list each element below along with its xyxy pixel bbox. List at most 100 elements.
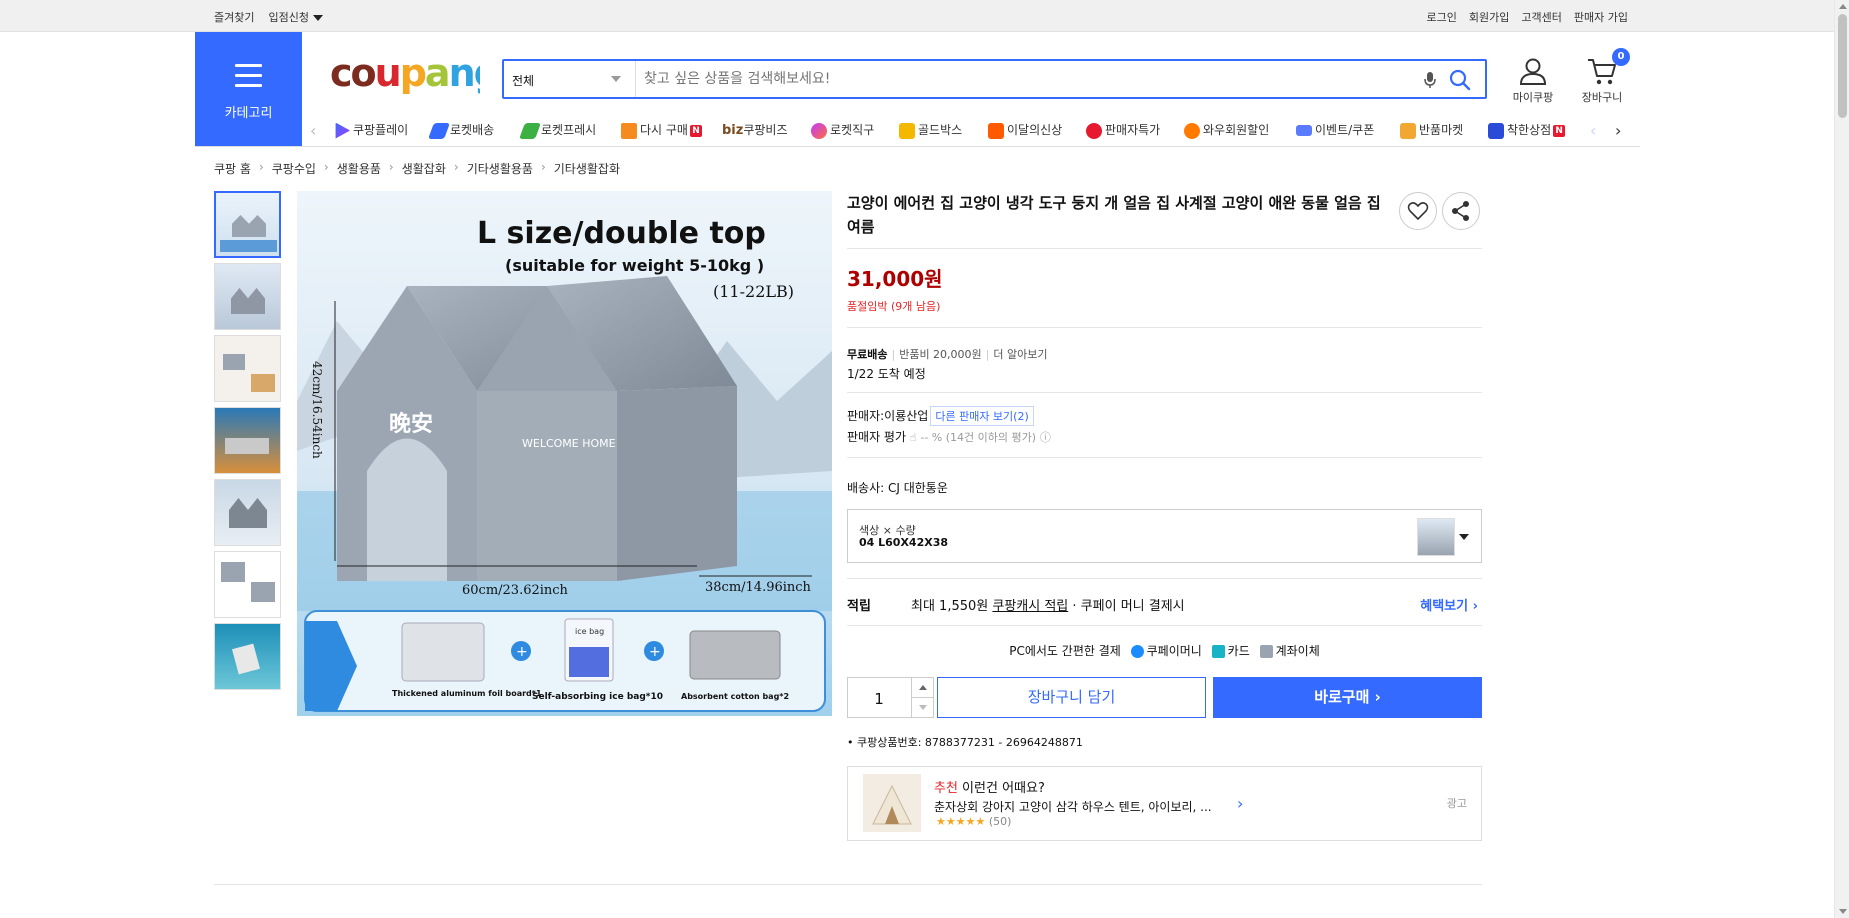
nav-label: 쿠팡비즈 [743,123,788,137]
bank-transfer-icon [1259,645,1273,658]
breadcrumb-separator-icon: › [258,160,264,174]
top-utility-bar: 즐겨찾기 입점신청 로그인 회원가입 고객센터 판매자 가입 [0,0,1834,32]
mycoupang-label: 마이쿠팡 [1512,91,1554,104]
breadcrumb-item[interactable]: 쿠팡 홈 [214,160,251,177]
scroll-up-icon[interactable] [1839,4,1847,9]
mycoupang-button[interactable]: 마이쿠팡 [1508,56,1558,105]
quantity-decrease-icon[interactable] [911,698,933,718]
nav-item-new-arrivals[interactable]: 이달의신상 [988,121,1062,139]
benefit-link[interactable]: 혜택보기 › [1420,595,1478,614]
thumbnail-6[interactable] [214,551,281,618]
chevron-down-icon [1459,534,1469,540]
svg-text:coupang: coupang [330,52,480,95]
nav-item-good-store[interactable]: 착한상점 N [1488,121,1566,139]
search-icon[interactable] [1449,69,1471,91]
nav-item-events[interactable]: 이벤트/쿠폰 [1296,121,1374,138]
new-badge: N [689,124,702,137]
thumbnail-1[interactable] [214,191,281,258]
quantity-increase-icon[interactable] [911,678,933,698]
nav-item-coupangplay[interactable]: 쿠팡플레이 [334,121,408,139]
ad-label: 광고 [1446,797,1467,810]
breadcrumb-item[interactable]: 기타생활용품 [467,160,533,177]
coupang-cash-link[interactable]: 쿠팡캐시 적립 [992,599,1068,614]
cart-button[interactable]: 장바구니 0 [1578,48,1630,105]
main-product-image[interactable]: 晚安 WELCOME HOME 60cm/23.62inch 38cm/14.9… [297,191,832,716]
thumbnail-5[interactable] [214,479,281,546]
microphone-icon[interactable] [1421,70,1439,90]
nav-item-coupangbiz[interactable]: biz쿠팡비즈 [722,121,788,138]
wishlist-button[interactable] [1399,192,1437,230]
nav-item-rocket-fresh[interactable]: 로켓프레시 [519,121,597,139]
play-icon [335,122,350,139]
user-icon [1519,58,1547,85]
nav-item-seller-deals[interactable]: 판매자특가 [1086,121,1160,139]
free-shipping-label: 무료배송 [847,348,888,361]
svg-text:+: + [649,644,661,660]
customer-center-link[interactable]: 고객센터 [1521,9,1561,25]
divider [847,578,1482,579]
pay-method: 카드 [1227,644,1250,658]
nav-item-rebuy[interactable]: 다시 구매 N [621,121,702,139]
heart-icon [1407,202,1429,221]
ice-bag-text: ice bag [575,627,604,636]
login-link[interactable]: 로그인 [1427,9,1457,25]
pay-method: 계좌이체 [1275,644,1320,658]
thumbnail-3[interactable] [214,335,281,402]
info-icon[interactable]: ⓘ [1040,431,1051,444]
nav-item-rocket-delivery[interactable]: 로켓배송 [428,121,494,139]
shopping-bag-icon [988,122,1004,139]
nav-item-return-market[interactable]: 반품마켓 [1400,121,1463,139]
pc-pay-label: PC에서도 간편한 결제 [1009,644,1121,658]
chevron-right-icon[interactable]: › [1237,794,1243,813]
breadcrumb-item[interactable]: 생활용품 [337,160,381,177]
nav-item-goldbox[interactable]: 골드박스 [899,121,962,139]
recommend-tag: 추천 [934,781,958,796]
recommendation-image [863,774,921,832]
nav-label: 와우회원할인 [1203,123,1270,137]
nav-label: 이벤트/쿠폰 [1315,123,1375,137]
bookmark-link[interactable]: 즐겨찾기 [214,9,254,25]
coupang-logo[interactable]: coupang [330,51,501,107]
nav-next-icon[interactable]: › [1615,121,1621,140]
search-input[interactable] [644,67,1404,91]
share-button[interactable] [1442,192,1480,230]
nav-label: 로켓프레시 [541,123,597,137]
signup-link[interactable]: 회원가입 [1469,9,1509,25]
thumbnail-4[interactable] [214,407,281,474]
recommendation-card[interactable]: 추천 이런건 어때요? 춘자상회 강아지 고양이 삼각 하우스 텐트, 아이보리… [847,766,1482,841]
height-label: 42cm/16.54inch [310,361,324,459]
rocket-icon [428,122,450,139]
seller-name[interactable]: 이룡산업 [884,409,928,423]
breadcrumb-item[interactable]: 기타생활잡화 [554,160,620,177]
product-title: 고양이 에어컨 집 고양이 냉각 도구 둥지 개 얼음 집 사계절 고양이 애완… [847,194,1381,236]
product-illustration: 晚安 WELCOME HOME 60cm/23.62inch 38cm/14.9… [297,191,832,716]
thumbnail-7[interactable] [214,623,281,690]
breadcrumb-item[interactable]: 쿠팡수입 [272,160,316,177]
nav-prev-icon[interactable]: ‹ [310,121,316,140]
more-info-link[interactable]: 더 알아보기 [993,348,1047,361]
house-text: WELCOME HOME [522,437,616,450]
seller-join-link[interactable]: 판매자 가입 [1574,9,1628,25]
cart-count-badge: 0 [1612,48,1630,66]
buy-now-button[interactable]: 바로구매 › [1213,677,1482,718]
quantity-stepper[interactable]: 1 [847,677,934,718]
nav-item-wow-discount[interactable]: 와우회원할인 [1184,121,1269,139]
chevron-down-icon [312,15,323,21]
other-sellers-button[interactable]: 다른 판매자 보기(2) [930,406,1034,426]
scroll-down-icon[interactable] [1839,909,1847,914]
nav-item-rocket-direct[interactable]: 로켓직구 [811,121,874,139]
category-menu-button[interactable]: 카테고리 [195,32,302,146]
divider [847,248,1482,249]
recommendation-rating: ★★★★★ (50) [936,815,1011,828]
option-select[interactable]: 색상 × 수량 04 L60X42X38 [847,509,1482,563]
seller-signup-dropdown[interactable]: 입점신청 [268,9,323,25]
breadcrumb-separator-icon: › [323,160,329,174]
vertical-scrollbar[interactable] [1834,0,1849,918]
divider [847,457,1482,458]
add-to-cart-button[interactable]: 장바구니 담기 [937,677,1206,718]
quantity-value[interactable]: 1 [848,690,910,708]
thumbnail-2[interactable] [214,263,281,330]
breadcrumb-item[interactable]: 생활잡화 [402,160,446,177]
search-scope-select[interactable]: 전체 [504,61,636,97]
scrollbar-thumb[interactable] [1838,14,1847,118]
